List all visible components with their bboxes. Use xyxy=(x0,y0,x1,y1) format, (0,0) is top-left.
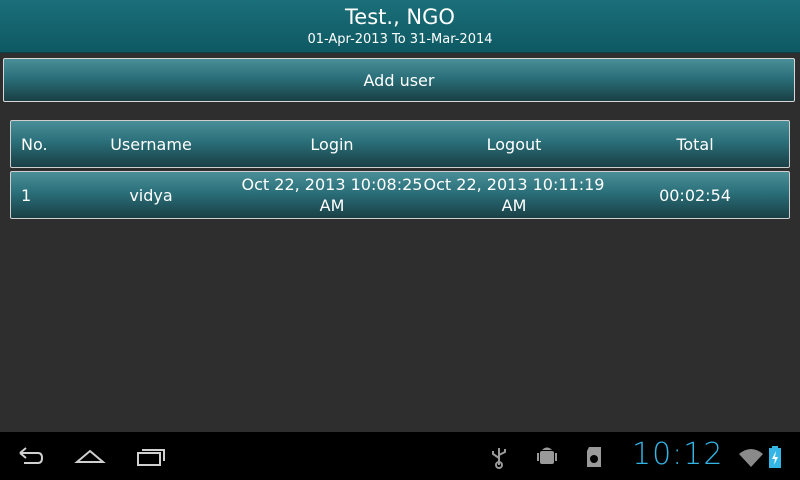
row-total-time: 00:02:54 xyxy=(659,185,731,205)
row-login-time: Oct 22, 2013 10:08:25 AM xyxy=(241,175,423,215)
page-title: Test., NGO xyxy=(345,5,455,29)
row-username: vidya xyxy=(129,185,173,205)
system-navigation-bar: 10:12 xyxy=(0,432,800,480)
battery-icon xyxy=(769,446,781,468)
wifi-icon xyxy=(739,449,763,467)
clock: 10:12 xyxy=(632,437,724,472)
date-range: 01-Apr-2013 To 31-Mar-2014 xyxy=(307,32,493,47)
usb-icon xyxy=(492,448,506,469)
column-header-username: Username xyxy=(110,134,192,154)
app-header: Test., NGO 01-Apr-2013 To 31-Mar-2014 xyxy=(0,0,800,53)
column-header-no: No. xyxy=(21,134,48,154)
column-header-total: Total xyxy=(676,134,714,154)
row-logout-time: Oct 22, 2013 10:11:19 AM xyxy=(423,175,605,215)
row-number: 1 xyxy=(21,185,32,205)
app-screen: Test., NGO 01-Apr-2013 To 31-Mar-2014 Ad… xyxy=(0,0,800,480)
column-header-logout: Logout xyxy=(486,134,542,154)
table-header-row: No. Username Login Logout Total xyxy=(10,120,790,168)
column-header-login: Login xyxy=(310,134,354,154)
table-row[interactable]: 1 vidya Oct 22, 2013 10:08:25 AM Oct 22,… xyxy=(10,171,790,219)
sd-card-icon xyxy=(587,447,601,467)
android-debug-icon xyxy=(537,447,557,464)
back-icon[interactable] xyxy=(14,444,46,468)
recent-apps-icon[interactable] xyxy=(134,444,166,468)
add-user-button[interactable]: Add user xyxy=(3,58,795,102)
home-icon[interactable] xyxy=(74,444,106,468)
